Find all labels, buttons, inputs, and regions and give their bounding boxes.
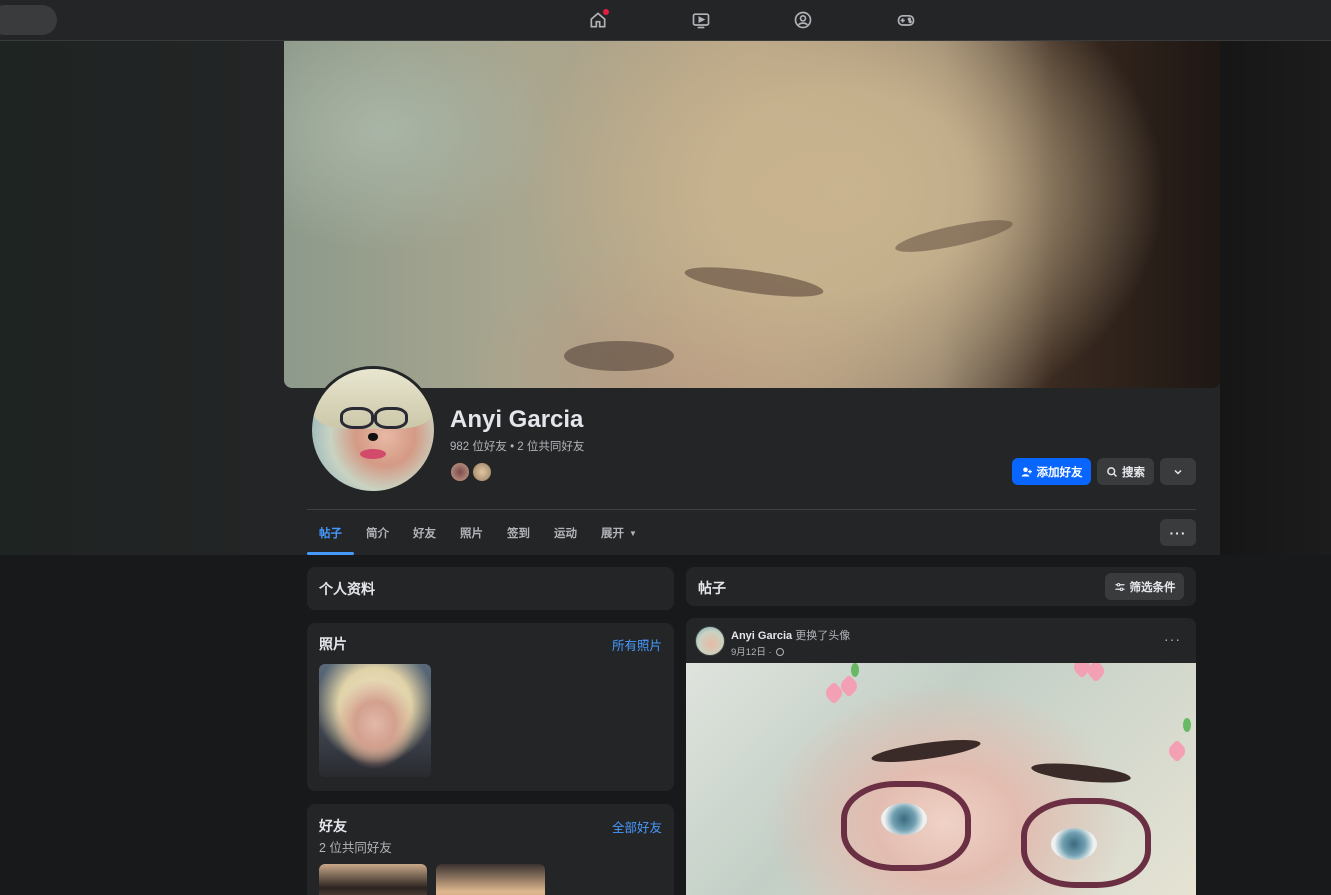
search-button[interactable]: 搜索: [1097, 458, 1154, 485]
tab-label: 运动: [554, 528, 577, 540]
post-options-icon[interactable]: ···: [1164, 632, 1181, 646]
photo-thumbnail[interactable]: [319, 664, 431, 777]
post-author-name[interactable]: Anyi Garcia: [731, 630, 792, 642]
tab-label: 帖子: [319, 528, 342, 540]
notification-dot: [603, 9, 609, 15]
cover-detail: [893, 213, 1015, 259]
photo-detail: [870, 735, 982, 767]
photos-title: 照片: [319, 636, 347, 652]
photo-eye: [1051, 828, 1097, 860]
header-left-blur: [0, 41, 284, 555]
avatar-glasses: [340, 407, 374, 429]
tab-label: 签到: [507, 528, 530, 540]
top-navigation-bar: [0, 0, 1331, 41]
search-box[interactable]: [0, 5, 57, 35]
filter-icon: [1115, 582, 1124, 591]
tab-about[interactable]: 简介: [354, 511, 401, 555]
photos-card: 照片 所有照片: [307, 623, 674, 791]
post-author-line: Anyi Garcia 更换了头像: [731, 627, 850, 643]
cover-detail: [564, 341, 674, 371]
chevron-down-icon: [1174, 469, 1182, 475]
avatar-filter-nose: [368, 433, 378, 441]
cover-photo[interactable]: [284, 41, 1220, 388]
filter-heart-decoration: [1084, 663, 1108, 683]
filter-heart-decoration: [1165, 739, 1189, 763]
tab-photos[interactable]: 照片: [448, 511, 495, 555]
filter-label: 筛选条件: [1129, 581, 1176, 594]
gaming-icon[interactable]: [894, 8, 918, 32]
header-divider: [307, 509, 1196, 510]
tab-more[interactable]: 展开 ▼: [589, 511, 649, 555]
post-date[interactable]: 9月12日 ·: [731, 647, 772, 658]
add-friend-button[interactable]: 添加好友: [1012, 458, 1091, 485]
intro-card: 个人资料: [307, 567, 674, 610]
globe-icon: [776, 648, 785, 656]
ellipsis-icon: ···: [1169, 524, 1187, 541]
search-icon: [1107, 466, 1118, 477]
mutual-friend-avatar[interactable]: [449, 461, 471, 483]
avatar-glasses: [374, 407, 408, 429]
tab-checkins[interactable]: 签到: [495, 511, 542, 555]
tab-label: 好友: [413, 528, 436, 540]
photo-eye: [881, 803, 927, 835]
profile-picture-image: [312, 369, 434, 491]
friends-title: 好友: [319, 818, 347, 834]
groups-icon[interactable]: [791, 8, 815, 32]
tabs-more-button[interactable]: ···: [1160, 519, 1196, 546]
filter-button[interactable]: 筛选条件: [1105, 573, 1184, 600]
caret-down-icon: ▼: [629, 528, 637, 538]
avatar-lips: [360, 449, 386, 459]
friend-thumbnail[interactable]: [436, 864, 545, 895]
tab-label: 展开: [601, 528, 624, 540]
cover-detail: [683, 261, 825, 303]
post-action: 更换了头像: [795, 630, 851, 642]
friends-card: 好友 全部好友 2 位共同好友: [307, 804, 674, 895]
mutual-friend-avatar[interactable]: [471, 461, 493, 483]
all-photos-link[interactable]: 所有照片: [612, 635, 662, 654]
tab-friends[interactable]: 好友: [401, 511, 448, 555]
post-author-avatar[interactable]: [695, 626, 725, 656]
posts-header-card: 帖子 筛选条件: [686, 567, 1196, 606]
filter-leaf-decoration: [1183, 718, 1191, 732]
post-image[interactable]: [686, 663, 1196, 895]
search-label: 搜索: [1122, 466, 1145, 479]
posts-title: 帖子: [698, 580, 726, 596]
profile-name: Anyi Garcia: [450, 406, 584, 433]
all-friends-link[interactable]: 全部好友: [612, 817, 662, 836]
header-right-blur: [1220, 41, 1331, 555]
add-user-icon: [1021, 467, 1032, 476]
more-options-dropdown[interactable]: [1160, 458, 1196, 485]
friend-count[interactable]: 982 位好友 • 2 位共同好友: [450, 438, 584, 454]
filter-leaf-decoration: [851, 663, 859, 677]
friend-thumbnail[interactable]: [319, 864, 427, 895]
profile-tabs: 帖子 简介 好友 照片 签到 运动 展开 ▼: [307, 511, 649, 555]
photo-detail: [1030, 759, 1132, 787]
profile-picture[interactable]: [309, 366, 437, 494]
post-meta: 9月12日 ·: [731, 644, 785, 658]
video-icon[interactable]: [689, 8, 713, 32]
tab-sports[interactable]: 运动: [542, 511, 589, 555]
tab-label: 照片: [460, 528, 483, 540]
add-friend-label: 添加好友: [1036, 466, 1083, 479]
tab-label: 简介: [366, 528, 389, 540]
mutual-friends-count: 2 位共同好友: [319, 841, 392, 855]
tab-posts[interactable]: 帖子: [307, 511, 354, 555]
home-icon[interactable]: [586, 8, 610, 32]
intro-title: 个人资料: [319, 581, 375, 597]
